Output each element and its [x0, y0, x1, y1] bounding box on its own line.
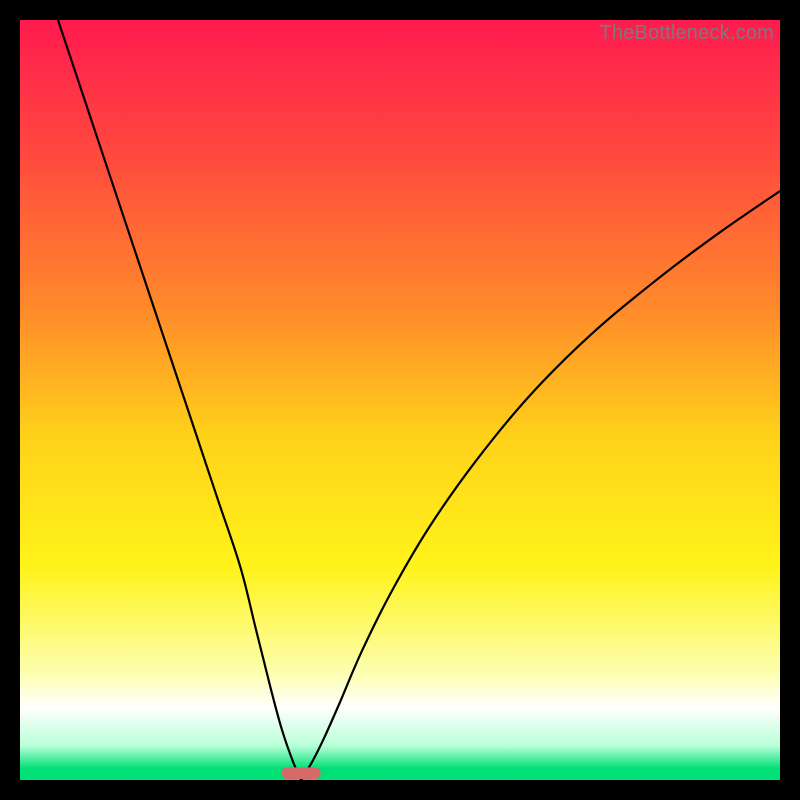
gradient-background — [20, 20, 780, 780]
chart-frame: TheBottleneck.com — [20, 20, 780, 780]
minimum-marker — [282, 768, 320, 779]
watermark-text: TheBottleneck.com — [599, 22, 774, 45]
bottleneck-chart — [20, 20, 780, 780]
